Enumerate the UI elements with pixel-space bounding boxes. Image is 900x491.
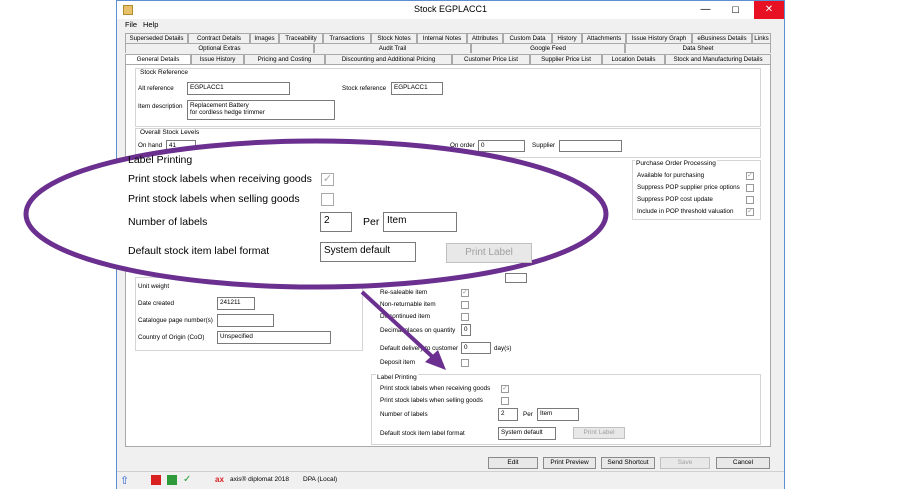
zoom-print-receiving-checkbox[interactable]: ✓	[321, 173, 334, 186]
zoom-default-format-field[interactable]: System default	[320, 242, 416, 262]
zoom-per-label: Per	[363, 216, 380, 228]
zoom-default-format-label: Default stock item label format	[128, 245, 270, 257]
zoom-print-selling-label: Print stock labels when selling goods	[128, 193, 300, 205]
zoom-number-of-labels-field[interactable]: 2	[320, 212, 352, 232]
zoom-per-field[interactable]: Item	[383, 212, 457, 232]
callout-arrow-line	[360, 290, 438, 362]
zoom-print-receiving-label: Print stock labels when receiving goods	[128, 173, 312, 185]
zoomed-label-printing: Label Printing Print stock labels when r…	[26, 140, 606, 290]
zoom-number-of-labels-label: Number of labels	[128, 216, 208, 228]
zoom-print-label-button[interactable]: Print Label	[446, 243, 532, 263]
zoom-print-selling-checkbox[interactable]	[321, 193, 334, 206]
zoom-label-printing-heading: Label Printing	[128, 154, 193, 166]
